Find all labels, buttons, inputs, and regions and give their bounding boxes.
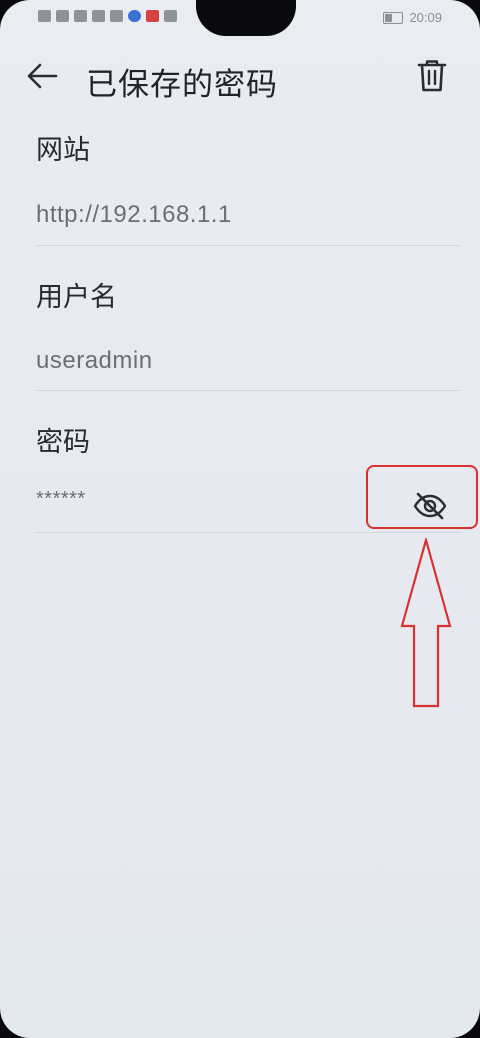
username-label: 用户名 [36,282,117,313]
divider [36,390,460,391]
username-value: useradmin [36,347,153,374]
delete-button[interactable] [412,56,452,96]
battery-icon [383,11,404,24]
app-notification-icon [128,10,141,22]
wifi-icon [74,10,87,22]
cloud-icon [164,10,177,22]
status-time: 20:09 [409,10,442,25]
page-title: 已保存的密码 [86,67,278,103]
notification-icon [38,10,51,22]
status-icons-right: 20:09 [383,10,442,25]
alert-app-icon [146,10,159,22]
phone-screen: 20:09 已保存的密码 网站 http://192.168.1.1 用户名 u… [0,0,480,1038]
password-value: ****** [36,488,86,510]
divider [36,532,460,533]
back-button[interactable] [22,56,62,96]
status-icons-left [38,10,177,22]
signal-icon [56,10,69,22]
annotation-arrow-icon [400,538,452,708]
password-label: 密码 [36,427,90,458]
divider [36,245,460,246]
app-header: 已保存的密码 [0,50,480,106]
camera-notch [196,0,296,36]
website-value: http://192.168.1.1 [36,201,232,228]
trash-icon [417,60,447,92]
arrow-left-icon [27,63,58,89]
hourglass-icon [92,10,105,22]
annotation-highlight-box [366,465,478,529]
image-icon [110,10,123,22]
website-label: 网站 [36,135,90,166]
